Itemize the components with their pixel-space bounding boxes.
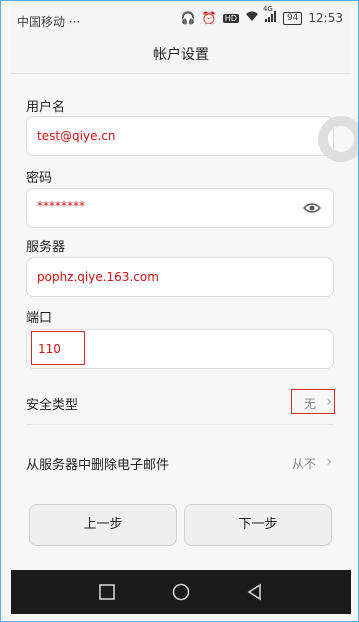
- delete-from-server-value: 从不: [291, 457, 316, 471]
- delete-from-server-label: 从服务器中删除电子邮件: [26, 458, 170, 473]
- chevron-right-icon: ›: [326, 454, 332, 470]
- account-settings-form: 用户名 test@qiye.cn 密码 ******** 服务器 pophz.q…: [11, 74, 351, 570]
- alarm-icon: ⏰: [201, 11, 217, 25]
- server-field[interactable]: pophz.qiye.163.com: [26, 257, 334, 297]
- port-label: 端口: [26, 311, 53, 326]
- port-highlight-box: [31, 331, 85, 365]
- password-field[interactable]: ********: [26, 188, 334, 228]
- recent-apps-icon[interactable]: [97, 582, 117, 602]
- phone-frame: 中国移动 ··· 🎧 ⏰ HD 4G 94 12:53 帐户设置 用户名 tes…: [0, 0, 359, 622]
- status-icons: 🎧 ⏰ HD 4G 94 12:53: [180, 5, 343, 25]
- battery-icon: 94: [282, 11, 303, 25]
- network-type: 4G: [262, 5, 273, 13]
- show-password-icon[interactable]: [303, 200, 321, 216]
- status-bar: 中国移动 ··· 🎧 ⏰ HD 4G 94 12:53: [11, 1, 351, 39]
- navigation-bar: [11, 570, 351, 614]
- next-step-button[interactable]: 下一步: [184, 504, 332, 546]
- home-icon[interactable]: [171, 582, 191, 602]
- security-type-label: 安全类型: [26, 398, 79, 413]
- previous-step-button[interactable]: 上一步: [29, 504, 177, 546]
- username-field[interactable]: test@qiye.cn: [26, 116, 334, 156]
- status-time: 12:53: [308, 11, 343, 25]
- hd-icon: HD: [222, 13, 239, 23]
- back-icon[interactable]: [245, 582, 265, 602]
- floating-handle-icon[interactable]: [318, 116, 358, 162]
- security-highlight-box: [291, 389, 335, 414]
- page-title: 帐户设置: [11, 39, 351, 74]
- signal-icon: 4G: [263, 5, 277, 25]
- password-label: 密码: [26, 171, 53, 186]
- server-value: pophz.qiye.163.com: [37, 270, 159, 284]
- wifi-icon: [245, 11, 259, 25]
- delete-from-server-row[interactable]: 从服务器中删除电子邮件 从不 ›: [26, 440, 334, 484]
- server-label: 服务器: [26, 240, 66, 255]
- password-value: ********: [37, 199, 85, 213]
- username-value: test@qiye.cn: [37, 129, 116, 143]
- username-label: 用户名: [26, 100, 66, 115]
- headphones-icon: 🎧: [180, 11, 196, 25]
- carrier-label: 中国移动 ···: [17, 15, 81, 29]
- security-type-row[interactable]: 安全类型 无 ›: [26, 380, 334, 425]
